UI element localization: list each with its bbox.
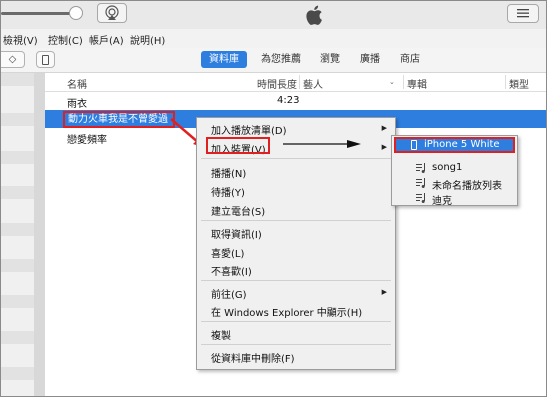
volume-slider-track[interactable] bbox=[1, 12, 77, 15]
submenu-arrow-icon: ▶ bbox=[381, 288, 387, 296]
annotation-highlight-box bbox=[206, 137, 270, 154]
menu-separator bbox=[201, 220, 391, 221]
sidebar-row bbox=[1, 295, 34, 308]
submenu-item-song1[interactable]: song1 bbox=[432, 162, 462, 173]
media-picker-button[interactable]: ◇ bbox=[1, 51, 25, 68]
phone-icon bbox=[411, 140, 417, 150]
tab-browse[interactable]: 瀏覽 bbox=[315, 51, 345, 68]
sidebar-row bbox=[1, 73, 34, 86]
submenu-arrow-icon: ▶ bbox=[381, 143, 387, 151]
nav-bar: ◇ 資料庫 為您推薦 瀏覽 廣播 商店 bbox=[1, 48, 546, 73]
menu-item-play-next[interactable]: 待播(Y) bbox=[211, 184, 245, 199]
menu-bar: 檢視(V) 控制(C) 帳戶(A) 說明(H) bbox=[1, 29, 546, 49]
submenu-arrow-icon: ▶ bbox=[381, 124, 387, 132]
list-view-icon bbox=[517, 9, 529, 18]
column-divider bbox=[505, 75, 506, 89]
tab-for-you[interactable]: 為您推薦 bbox=[255, 51, 307, 68]
sidebar-row bbox=[1, 259, 34, 272]
airplay-button[interactable] bbox=[97, 3, 127, 23]
submenu-item-iphone[interactable]: iPhone 5 White bbox=[394, 137, 515, 153]
sidebar-row bbox=[1, 331, 34, 344]
menu-item-add-to-playlist[interactable]: 加入播放清單(D) bbox=[211, 122, 287, 137]
sidebar-row bbox=[1, 113, 34, 126]
menu-item-get-info[interactable]: 取得資訊(I) bbox=[211, 226, 262, 241]
sidebar-scrollbar[interactable] bbox=[34, 73, 45, 396]
top-toolbar bbox=[1, 1, 546, 30]
tab-radio[interactable]: 廣播 bbox=[355, 51, 385, 68]
song-time: 4:23 bbox=[277, 95, 300, 106]
menu-view[interactable]: 檢視(V) bbox=[3, 32, 38, 47]
menu-item-dislike[interactable]: 不喜歡(I) bbox=[211, 263, 252, 278]
sort-chevron-icon: ⌄ bbox=[389, 78, 395, 86]
volume-slider-knob[interactable] bbox=[69, 6, 83, 20]
column-divider bbox=[299, 75, 300, 89]
menu-item-delete-from-library[interactable]: 從資料庫中刪除(F) bbox=[211, 350, 295, 365]
menu-item-show-in-explorer[interactable]: 在 Windows Explorer 中顯示(H) bbox=[211, 304, 362, 319]
playlist-icon bbox=[416, 193, 425, 203]
playlist-icon bbox=[416, 163, 425, 173]
menu-separator bbox=[201, 344, 391, 345]
song-name: 雨衣 bbox=[67, 99, 87, 110]
sidebar-row bbox=[1, 367, 34, 380]
menu-help[interactable]: 說明(H) bbox=[130, 32, 165, 47]
column-time[interactable]: 時間長度 bbox=[257, 76, 297, 91]
tab-library[interactable]: 資料庫 bbox=[201, 51, 247, 68]
menu-separator bbox=[201, 158, 391, 159]
song-table-header: 名稱 時間長度 藝人 ⌄ 專輯 類型 bbox=[45, 73, 546, 92]
submenu-item-dick[interactable]: 迪克 bbox=[432, 192, 452, 207]
menu-separator bbox=[201, 321, 391, 322]
sidebar-row bbox=[1, 95, 34, 108]
sidebar-row bbox=[1, 223, 34, 236]
playlist-icon bbox=[416, 178, 425, 188]
context-menu: 加入播放清單(D) ▶ 加入裝置(V) ▶ 播播(N) 待播(Y) 建立電台(S… bbox=[196, 117, 396, 370]
column-divider bbox=[403, 75, 404, 89]
menu-item-create-station[interactable]: 建立電台(S) bbox=[211, 203, 265, 218]
menu-item-play[interactable]: 播播(N) bbox=[211, 165, 246, 180]
itunes-window: 檢視(V) 控制(C) 帳戶(A) 說明(H) ◇ 資料庫 為您推薦 瀏覽 廣播… bbox=[0, 0, 547, 397]
menu-item-go-to[interactable]: 前往(G) bbox=[211, 286, 247, 301]
menu-separator bbox=[201, 280, 391, 281]
selected-song-name[interactable]: 動力火車我是不曾愛過 bbox=[63, 111, 175, 128]
table-row[interactable]: 雨衣 4:23 bbox=[45, 92, 546, 110]
apple-logo-icon bbox=[302, 3, 328, 27]
column-name[interactable]: 名稱 bbox=[67, 76, 87, 91]
tab-store[interactable]: 商店 bbox=[395, 51, 425, 68]
column-album[interactable]: 專輯 bbox=[407, 76, 427, 91]
device-button[interactable] bbox=[36, 51, 55, 68]
song-name: 戀愛頻率 bbox=[67, 135, 107, 146]
airplay-icon bbox=[105, 5, 119, 20]
device-name: iPhone 5 White bbox=[424, 139, 500, 150]
list-view-button[interactable] bbox=[507, 4, 539, 23]
menu-item-love[interactable]: 喜愛(L) bbox=[211, 245, 244, 260]
annotation-arrow-icon bbox=[283, 140, 361, 148]
sidebar-row bbox=[1, 151, 34, 164]
column-genre[interactable]: 類型 bbox=[509, 76, 529, 91]
menu-controls[interactable]: 控制(C) bbox=[48, 32, 83, 47]
menu-item-copy[interactable]: 複製 bbox=[211, 327, 231, 342]
phone-icon bbox=[42, 55, 49, 65]
menu-account[interactable]: 帳戶(A) bbox=[89, 32, 124, 47]
sidebar-row bbox=[1, 186, 34, 199]
column-artist[interactable]: 藝人 bbox=[303, 76, 323, 91]
sidebar bbox=[1, 73, 45, 396]
submenu-item-untitled-playlist[interactable]: 未命名播放列表 bbox=[432, 177, 502, 192]
